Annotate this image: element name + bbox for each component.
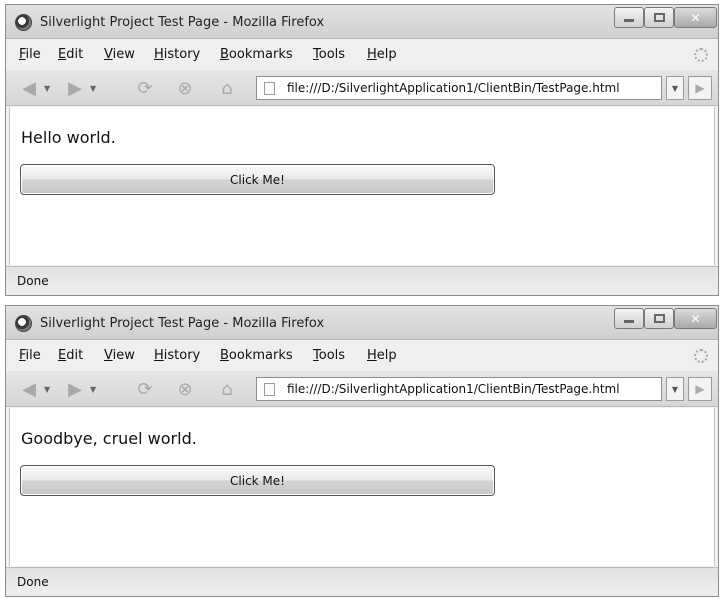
menu-bar: File Edit View History Bookmarks Tools H…	[6, 40, 718, 70]
forward-button[interactable]: ▶	[64, 378, 86, 400]
minimize-icon	[624, 19, 634, 22]
browser-window-2: Silverlight Project Test Page - Mozilla …	[5, 305, 719, 597]
page-icon	[264, 82, 275, 95]
back-button[interactable]: ◀	[18, 77, 40, 99]
back-arrow-icon: ◀	[22, 378, 36, 400]
reload-icon: ⟳	[137, 77, 153, 99]
maximize-button[interactable]	[644, 7, 674, 28]
go-button[interactable]: ▶	[688, 76, 712, 100]
forward-button[interactable]: ▶	[64, 77, 86, 99]
firefox-icon	[15, 14, 32, 31]
forward-arrow-icon: ▶	[68, 378, 82, 400]
url-text: file:///D:/SilverlightApplication1/Clien…	[287, 382, 620, 396]
go-button[interactable]: ▶	[688, 377, 712, 401]
close-button[interactable]: ✕	[674, 7, 717, 28]
message-text: Goodbye, cruel world.	[21, 429, 197, 448]
menu-file[interactable]: File	[19, 47, 41, 62]
navigation-toolbar: ◀ ▼ ▶ ▼ ⟳ ⊗ ⌂ file:///D:/SilverlightAppl…	[6, 70, 718, 106]
stop-button[interactable]: ⊗	[174, 77, 196, 99]
stop-icon: ⊗	[177, 378, 193, 400]
menu-help[interactable]: Help	[367, 348, 397, 363]
stop-button[interactable]: ⊗	[174, 378, 196, 400]
home-button[interactable]: ⌂	[216, 378, 238, 400]
back-history-dropdown[interactable]: ▼	[44, 385, 50, 394]
address-bar[interactable]: file:///D:/SilverlightApplication1/Clien…	[256, 76, 662, 100]
page-icon	[264, 383, 275, 396]
stop-icon: ⊗	[177, 77, 193, 99]
page-content: Goodbye, cruel world. Click Me!	[9, 408, 715, 566]
menu-edit[interactable]: Edit	[58, 348, 83, 363]
url-text: file:///D:/SilverlightApplication1/Clien…	[287, 81, 620, 95]
home-button[interactable]: ⌂	[216, 77, 238, 99]
maximize-button[interactable]	[644, 308, 674, 329]
url-history-dropdown[interactable]: ▼	[666, 377, 684, 401]
status-text: Done	[17, 274, 49, 288]
throbber-icon	[694, 349, 708, 363]
reload-icon: ⟳	[137, 378, 153, 400]
minimize-button[interactable]	[614, 308, 644, 329]
reload-button[interactable]: ⟳	[134, 77, 156, 99]
menu-tools[interactable]: Tools	[313, 47, 345, 62]
back-arrow-icon: ◀	[22, 77, 36, 99]
forward-arrow-icon: ▶	[68, 77, 82, 99]
window-title: Silverlight Project Test Page - Mozilla …	[40, 316, 325, 331]
minimize-button[interactable]	[614, 7, 644, 28]
menu-help[interactable]: Help	[367, 47, 397, 62]
go-icon: ▶	[695, 382, 705, 396]
home-icon: ⌂	[221, 77, 233, 99]
throbber-icon	[694, 48, 708, 62]
message-text: Hello world.	[21, 128, 116, 147]
browser-window-1: Silverlight Project Test Page - Mozilla …	[5, 4, 719, 296]
maximize-icon	[653, 314, 665, 323]
go-icon: ▶	[695, 81, 705, 95]
forward-history-dropdown[interactable]: ▼	[90, 385, 96, 394]
firefox-icon	[15, 315, 32, 332]
reload-button[interactable]: ⟳	[134, 378, 156, 400]
click-me-button[interactable]: Click Me!	[20, 164, 495, 195]
menu-bookmarks[interactable]: Bookmarks	[220, 348, 293, 363]
title-bar[interactable]: Silverlight Project Test Page - Mozilla …	[6, 306, 718, 340]
back-history-dropdown[interactable]: ▼	[44, 84, 50, 93]
menu-history[interactable]: History	[154, 348, 200, 363]
navigation-toolbar: ◀ ▼ ▶ ▼ ⟳ ⊗ ⌂ file:///D:/SilverlightAppl…	[6, 371, 718, 407]
back-button[interactable]: ◀	[18, 378, 40, 400]
close-icon: ✕	[690, 311, 701, 326]
menu-tools[interactable]: Tools	[313, 348, 345, 363]
menu-bar: File Edit View History Bookmarks Tools H…	[6, 341, 718, 371]
status-text: Done	[17, 575, 49, 589]
menu-view[interactable]: View	[104, 47, 135, 62]
window-title: Silverlight Project Test Page - Mozilla …	[40, 15, 325, 30]
menu-file[interactable]: File	[19, 348, 41, 363]
title-bar[interactable]: Silverlight Project Test Page - Mozilla …	[6, 5, 718, 39]
minimize-icon	[624, 320, 634, 323]
status-bar: Done	[6, 567, 718, 596]
status-bar: Done	[6, 266, 718, 295]
menu-view[interactable]: View	[104, 348, 135, 363]
page-content: Hello world. Click Me!	[9, 107, 715, 265]
url-history-dropdown[interactable]: ▼	[666, 76, 684, 100]
forward-history-dropdown[interactable]: ▼	[90, 84, 96, 93]
click-me-button[interactable]: Click Me!	[20, 465, 495, 496]
close-button[interactable]: ✕	[674, 308, 717, 329]
home-icon: ⌂	[221, 378, 233, 400]
menu-history[interactable]: History	[154, 47, 200, 62]
close-icon: ✕	[690, 10, 701, 25]
menu-edit[interactable]: Edit	[58, 47, 83, 62]
address-bar[interactable]: file:///D:/SilverlightApplication1/Clien…	[256, 377, 662, 401]
maximize-icon	[653, 13, 665, 22]
menu-bookmarks[interactable]: Bookmarks	[220, 47, 293, 62]
